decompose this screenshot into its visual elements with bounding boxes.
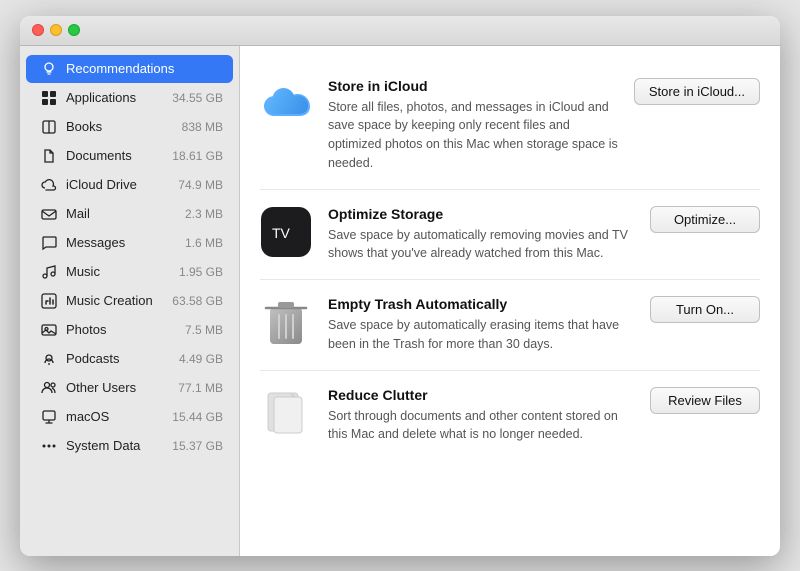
action-button-icloud[interactable]: Store in iCloud... <box>634 78 760 105</box>
sidebar-item-label: Mail <box>66 206 177 221</box>
sidebar-item-music-creation[interactable]: Music Creation 63.58 GB <box>26 287 233 315</box>
sidebar-item-other-users[interactable]: Other Users 77.1 MB <box>26 374 233 402</box>
action-button-empty-trash[interactable]: Turn On... <box>650 296 760 323</box>
card-action-reduce-clutter: Review Files <box>650 387 760 414</box>
music-icon <box>40 263 58 281</box>
sidebar-item-label: Music Creation <box>66 293 164 308</box>
sidebar-item-recommendations[interactable]: Recommendations <box>26 55 233 83</box>
svg-text:TV: TV <box>272 225 291 241</box>
sidebar-item-size: 15.37 GB <box>172 439 223 453</box>
sidebar-item-size: 15.44 GB <box>172 410 223 424</box>
card-text-empty-trash: Empty Trash Automatically Save space by a… <box>328 296 634 354</box>
sidebar-item-size: 34.55 GB <box>172 91 223 105</box>
sidebar-item-label: System Data <box>66 438 164 453</box>
card-title-icloud: Store in iCloud <box>328 78 618 94</box>
card-action-empty-trash: Turn On... <box>650 296 760 323</box>
sidebar-item-mail[interactable]: Mail 2.3 MB <box>26 200 233 228</box>
sidebar-item-label: Recommendations <box>66 61 223 76</box>
sidebar-item-label: Podcasts <box>66 351 171 366</box>
sidebar-item-icloud-drive[interactable]: iCloud Drive 74.9 MB <box>26 171 233 199</box>
photo-icon <box>40 321 58 339</box>
cloud-icon <box>40 176 58 194</box>
recommendation-card-reduce-clutter: Reduce Clutter Sort through documents and… <box>260 371 760 461</box>
sidebar-item-label: Photos <box>66 322 177 337</box>
action-button-reduce-clutter[interactable]: Review Files <box>650 387 760 414</box>
card-title-optimize: Optimize Storage <box>328 206 634 222</box>
sidebar-item-label: Books <box>66 119 174 134</box>
sidebar-item-size: 63.58 GB <box>172 294 223 308</box>
card-action-optimize: Optimize... <box>650 206 760 233</box>
sidebar-item-size: 7.5 MB <box>185 323 223 337</box>
sidebar-item-messages[interactable]: Messages 1.6 MB <box>26 229 233 257</box>
maximize-button[interactable] <box>68 24 80 36</box>
sidebar-item-size: 1.6 MB <box>185 236 223 250</box>
card-text-reduce-clutter: Reduce Clutter Sort through documents and… <box>328 387 634 445</box>
sidebar-item-label: Music <box>66 264 171 279</box>
card-desc-optimize: Save space by automatically removing mov… <box>328 226 634 264</box>
sidebar-item-photos[interactable]: Photos 7.5 MB <box>26 316 233 344</box>
action-button-optimize[interactable]: Optimize... <box>650 206 760 233</box>
sidebar-item-size: 77.1 MB <box>178 381 223 395</box>
sidebar-item-music[interactable]: Music 1.95 GB <box>26 258 233 286</box>
main-window: Recommendations Applications 34.55 GB Books… <box>20 16 780 556</box>
grid-icon <box>40 89 58 107</box>
icloud-card-icon <box>260 78 312 130</box>
minimize-button[interactable] <box>50 24 62 36</box>
dots-icon <box>40 437 58 455</box>
mail-icon <box>40 205 58 223</box>
recommendation-card-empty-trash: Empty Trash Automatically Save space by a… <box>260 280 760 371</box>
sidebar-item-label: iCloud Drive <box>66 177 170 192</box>
sidebar-item-size: 838 MB <box>182 120 223 134</box>
macos-icon <box>40 408 58 426</box>
sidebar-item-label: Documents <box>66 148 164 163</box>
sidebar: Recommendations Applications 34.55 GB Books… <box>20 46 240 556</box>
sidebar-item-size: 4.49 GB <box>179 352 223 366</box>
sidebar-item-label: Applications <box>66 90 164 105</box>
card-text-icloud: Store in iCloud Store all files, photos, … <box>328 78 618 173</box>
card-action-icloud: Store in iCloud... <box>634 78 760 105</box>
sidebar-item-label: macOS <box>66 409 164 424</box>
sidebar-item-size: 74.9 MB <box>178 178 223 192</box>
sidebar-item-size: 18.61 GB <box>172 149 223 163</box>
doc-icon <box>40 147 58 165</box>
book-icon <box>40 118 58 136</box>
content-area: Recommendations Applications 34.55 GB Books… <box>20 46 780 556</box>
sidebar-item-podcasts[interactable]: Podcasts 4.49 GB <box>26 345 233 373</box>
sidebar-item-label: Messages <box>66 235 177 250</box>
sidebar-item-label: Other Users <box>66 380 170 395</box>
music-creation-icon <box>40 292 58 310</box>
clutter-card-icon <box>260 387 312 439</box>
close-button[interactable] <box>32 24 44 36</box>
card-title-reduce-clutter: Reduce Clutter <box>328 387 634 403</box>
lightbulb-icon <box>40 60 58 78</box>
message-icon <box>40 234 58 252</box>
recommendation-card-icloud: Store in iCloud Store all files, photos, … <box>260 62 760 190</box>
trash-card-icon <box>260 296 312 348</box>
users-icon <box>40 379 58 397</box>
titlebar <box>20 16 780 46</box>
main-panel: Store in iCloud Store all files, photos, … <box>240 46 780 556</box>
podcast-icon <box>40 350 58 368</box>
sidebar-item-size: 1.95 GB <box>179 265 223 279</box>
card-desc-reduce-clutter: Sort through documents and other content… <box>328 407 634 445</box>
card-title-empty-trash: Empty Trash Automatically <box>328 296 634 312</box>
sidebar-item-size: 2.3 MB <box>185 207 223 221</box>
sidebar-item-applications[interactable]: Applications 34.55 GB <box>26 84 233 112</box>
traffic-lights <box>32 24 80 36</box>
card-desc-icloud: Store all files, photos, and messages in… <box>328 98 618 173</box>
sidebar-item-macos[interactable]: macOS 15.44 GB <box>26 403 233 431</box>
sidebar-item-books[interactable]: Books 838 MB <box>26 113 233 141</box>
card-desc-empty-trash: Save space by automatically erasing item… <box>328 316 634 354</box>
appletv-card-icon: TV <box>260 206 312 258</box>
card-text-optimize: Optimize Storage Save space by automatica… <box>328 206 634 264</box>
sidebar-item-system-data[interactable]: System Data 15.37 GB <box>26 432 233 460</box>
sidebar-item-documents[interactable]: Documents 18.61 GB <box>26 142 233 170</box>
recommendation-card-optimize: TV Optimize Storage Save space by automat… <box>260 190 760 281</box>
